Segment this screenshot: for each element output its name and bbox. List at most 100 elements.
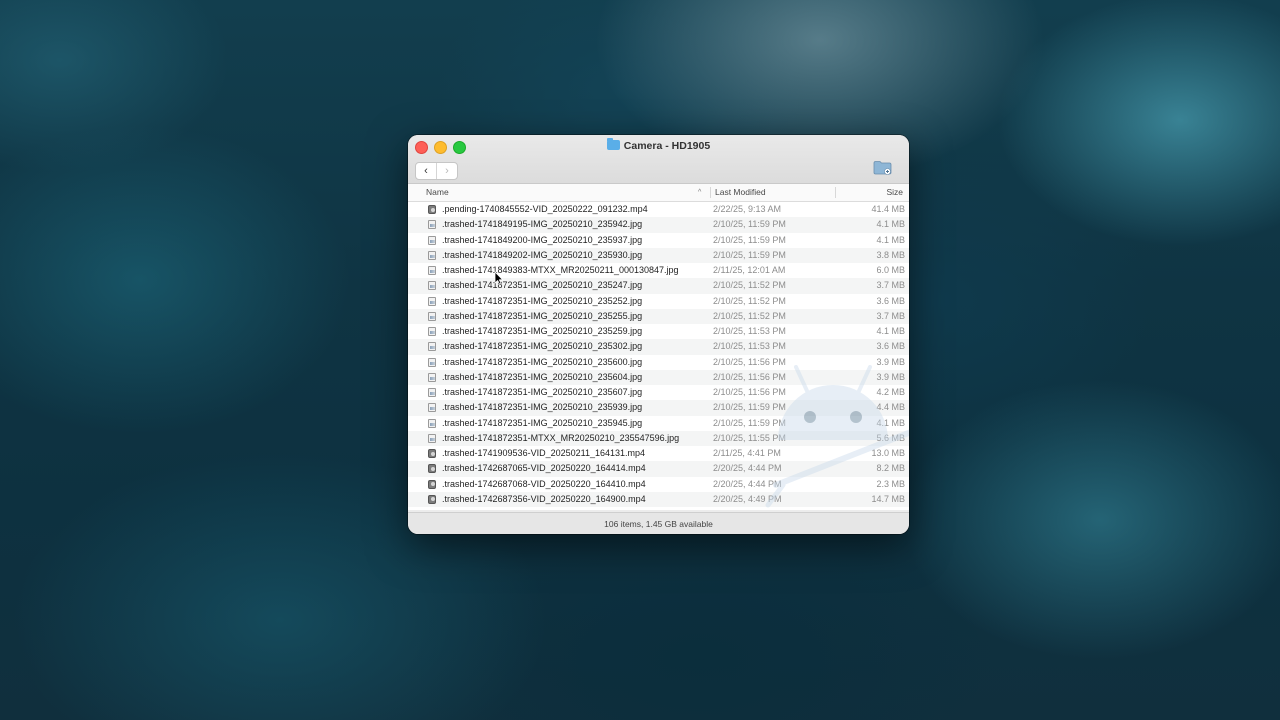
file-row[interactable]: .trashed-1741872351-IMG_20250210_235302.… xyxy=(408,339,909,355)
file-name: .trashed-1741872351-IMG_20250210_235939.… xyxy=(442,402,643,413)
file-row[interactable]: .trashed-1741849383-MTXX_MR20250211_0001… xyxy=(408,263,909,278)
image-file-icon xyxy=(428,372,436,382)
file-modified-date: 2/10/25, 11:59 PM xyxy=(713,417,786,428)
file-size: 4.1 MB xyxy=(876,234,905,245)
file-name: .trashed-1741872351-MTXX_MR20250210_2355… xyxy=(442,432,680,443)
file-name: .trashed-1741872351-IMG_20250210_235247.… xyxy=(442,280,643,291)
title-bar[interactable]: Camera - HD1905 ‹ › xyxy=(408,135,909,184)
name-column-header[interactable]: Name xyxy=(426,184,449,201)
chevron-right-icon: › xyxy=(445,165,449,177)
file-name: .trashed-1741872351-IMG_20250210_235604.… xyxy=(442,371,643,382)
image-file-icon xyxy=(428,311,436,321)
image-file-icon xyxy=(428,281,436,291)
video-file-icon xyxy=(428,464,436,474)
file-size: 3.7 MB xyxy=(876,280,905,291)
file-size: 8.2 MB xyxy=(876,463,905,474)
file-row[interactable]: .trashed-1741872351-IMG_20250210_235252.… xyxy=(408,294,909,309)
file-modified-date: 2/20/25, 4:44 PM xyxy=(713,463,782,474)
mouse-pointer-icon xyxy=(494,271,504,285)
file-row[interactable]: .trashed-1741849200-IMG_20250210_235937.… xyxy=(408,233,909,248)
file-modified-date: 2/10/25, 11:56 PM xyxy=(713,387,786,397)
file-row[interactable]: .trashed-1742687356-VID_20250220_164900.… xyxy=(408,491,909,507)
image-file-icon xyxy=(428,388,436,397)
file-size: 14.7 MB xyxy=(871,493,905,504)
file-size: 6.0 MB xyxy=(876,265,905,275)
back-forward-control: ‹ › xyxy=(415,162,458,180)
file-list[interactable]: .pending-1740845552-VID_20250222_091232.… xyxy=(408,202,909,510)
new-folder-icon[interactable] xyxy=(873,160,892,175)
image-file-icon xyxy=(428,235,436,245)
file-modified-date: 2/11/25, 12:01 AM xyxy=(713,265,786,275)
image-file-icon xyxy=(428,342,436,352)
file-modified-date: 2/10/25, 11:59 PM xyxy=(713,219,786,230)
file-modified-date: 2/10/25, 11:59 PM xyxy=(713,249,786,260)
file-size: 2.3 MB xyxy=(876,478,905,489)
file-modified-date: 2/10/25, 11:56 PM xyxy=(713,356,786,367)
file-modified-date: 2/10/25, 11:53 PM xyxy=(713,326,786,336)
last-modified-column-header[interactable]: Last Modified xyxy=(715,184,766,201)
video-file-icon xyxy=(428,449,436,458)
android-file-transfer-window: Camera - HD1905 ‹ › Name ^ Last Modified… xyxy=(408,135,909,534)
image-file-icon xyxy=(428,327,436,336)
file-row[interactable]: .trashed-1742687068-VID_20250220_164410.… xyxy=(408,477,909,492)
file-name: .trashed-1741872351-IMG_20250210_235259.… xyxy=(442,326,643,336)
file-row[interactable]: .trashed-1741872351-IMG_20250210_235255.… xyxy=(408,308,909,324)
file-row[interactable]: .trashed-1742687065-VID_20250220_164414.… xyxy=(408,461,909,477)
file-modified-date: 2/10/25, 11:56 PM xyxy=(713,371,786,382)
file-row[interactable]: .trashed-1741872351-IMG_20250210_235945.… xyxy=(408,416,909,431)
file-name: .trashed-1741872351-IMG_20250210_235255.… xyxy=(442,310,643,321)
file-name: .trashed-1742687068-VID_20250220_164410.… xyxy=(442,478,646,489)
file-row[interactable]: .trashed-1741872351-IMG_20250210_235939.… xyxy=(408,400,909,416)
size-column-header[interactable]: Size xyxy=(886,184,903,201)
file-row[interactable]: .trashed-1741872351-MTXX_MR20250210_2355… xyxy=(408,430,909,446)
column-header: Name ^ Last Modified Size xyxy=(408,184,909,202)
file-modified-date: 2/10/25, 11:52 PM xyxy=(713,310,786,321)
image-file-icon xyxy=(428,296,436,306)
file-modified-date: 2/11/25, 4:41 PM xyxy=(713,448,781,458)
file-name: .trashed-1741872351-IMG_20250210_235302.… xyxy=(442,341,643,352)
file-name: .trashed-1742687065-VID_20250220_164414.… xyxy=(442,463,646,474)
folder-icon xyxy=(606,138,620,150)
column-divider[interactable] xyxy=(835,187,836,198)
video-file-icon xyxy=(428,205,436,214)
file-row[interactable]: .pending-1740845552-VID_20250222_091232.… xyxy=(408,202,909,217)
file-row[interactable]: .trashed-1741849202-IMG_20250210_235930.… xyxy=(408,247,909,263)
file-name: .trashed-1741849200-IMG_20250210_235937.… xyxy=(442,234,643,245)
file-row[interactable]: .trashed-1741849195-IMG_20250210_235942.… xyxy=(408,217,909,233)
file-size: 3.8 MB xyxy=(876,249,905,260)
window-title-text: Camera - HD1905 xyxy=(623,140,711,152)
image-file-icon xyxy=(428,433,436,443)
back-button[interactable]: ‹ xyxy=(416,163,437,179)
file-size: 3.6 MB xyxy=(876,341,905,352)
file-modified-date: 2/10/25, 11:59 PM xyxy=(713,402,786,413)
file-size: 4.1 MB xyxy=(876,417,905,428)
file-size: 3.7 MB xyxy=(876,310,905,321)
file-row[interactable]: .trashed-1741872351-IMG_20250210_235259.… xyxy=(408,324,909,339)
column-divider[interactable] xyxy=(710,187,711,198)
file-modified-date: 2/10/25, 11:52 PM xyxy=(713,280,786,291)
file-size: 4.1 MB xyxy=(876,326,905,336)
file-name: .pending-1740845552-VID_20250222_091232.… xyxy=(442,204,648,214)
file-name: .trashed-1741849383-MTXX_MR20250211_0001… xyxy=(442,265,679,275)
file-row[interactable]: .trashed-1741872351-IMG_20250210_235600.… xyxy=(408,355,909,370)
image-file-icon xyxy=(428,418,436,428)
forward-button[interactable]: › xyxy=(437,163,457,179)
video-file-icon xyxy=(428,479,436,489)
file-size: 3.9 MB xyxy=(876,356,905,367)
file-row[interactable]: .trashed-1741872351-IMG_20250210_235607.… xyxy=(408,385,909,400)
chevron-left-icon: ‹ xyxy=(424,165,428,177)
image-file-icon xyxy=(428,220,436,230)
file-name: .trashed-1741872351-IMG_20250210_235607.… xyxy=(442,387,643,397)
file-name: .trashed-1742687356-VID_20250220_164900.… xyxy=(442,493,646,504)
file-modified-date: 2/10/25, 11:53 PM xyxy=(713,341,786,352)
file-name: .trashed-1741909536-VID_20250211_164131.… xyxy=(442,448,645,458)
sort-ascending-icon: ^ xyxy=(698,189,702,196)
file-size: 5.6 MB xyxy=(876,432,905,443)
status-text: 106 items, 1.45 GB available xyxy=(604,519,713,529)
file-row[interactable]: .trashed-1741872351-IMG_20250210_235247.… xyxy=(408,278,909,294)
file-row[interactable]: .trashed-1741909536-VID_20250211_164131.… xyxy=(408,446,909,461)
file-row[interactable]: .trashed-1741872351-IMG_20250210_235604.… xyxy=(408,369,909,385)
file-modified-date: 2/10/25, 11:52 PM xyxy=(713,295,786,306)
file-size: 4.2 MB xyxy=(876,387,905,397)
file-size: 4.1 MB xyxy=(876,219,905,230)
